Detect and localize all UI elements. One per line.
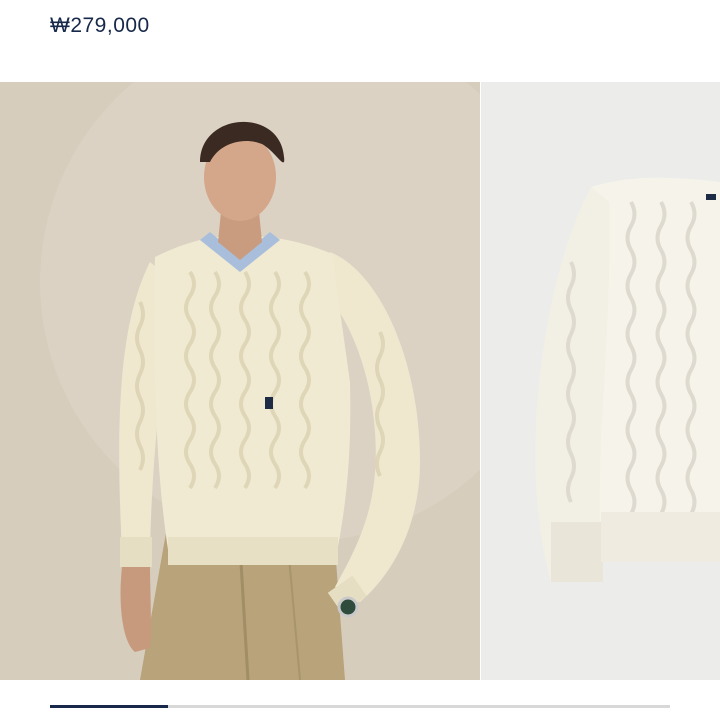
product-price: ₩279,000 (50, 14, 150, 37)
gallery-slide-product[interactable] (481, 82, 720, 680)
product-photo (481, 82, 720, 680)
gallery-slide-model[interactable] (0, 82, 480, 680)
gallery-progress-track (50, 705, 670, 708)
image-gallery[interactable] (0, 82, 720, 680)
model-photo (0, 82, 480, 680)
gallery-progress-fill (50, 705, 168, 708)
